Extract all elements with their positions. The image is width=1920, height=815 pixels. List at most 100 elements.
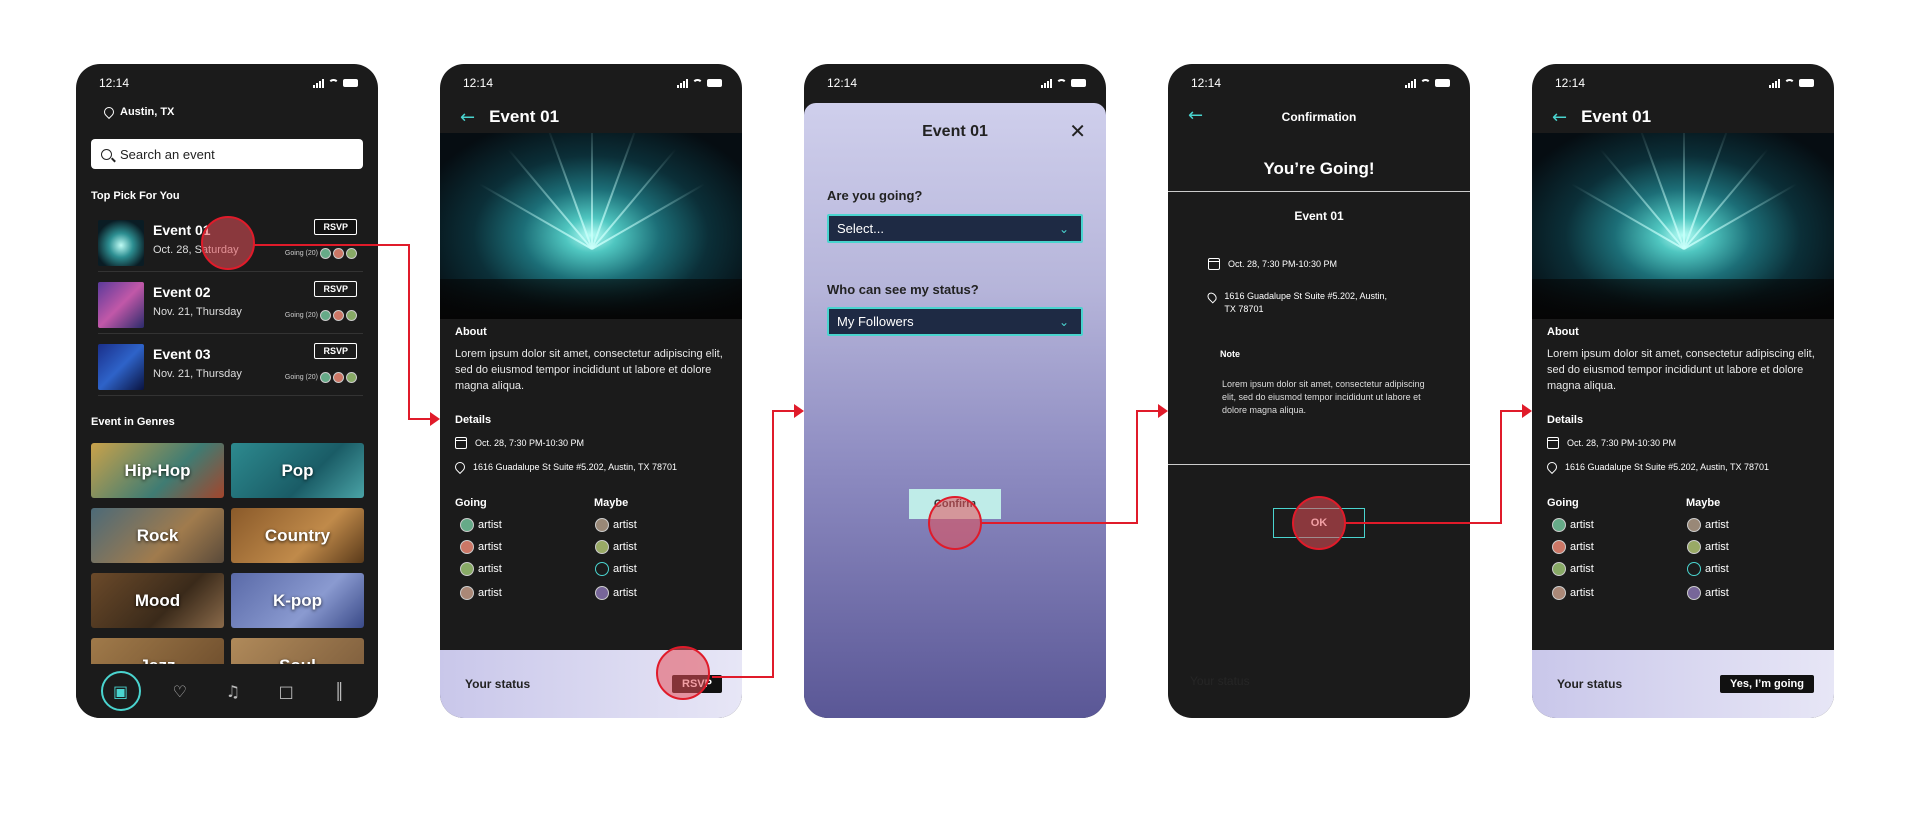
visibility-select-value: My Followers: [837, 314, 914, 329]
crowd-silhouette: [1532, 279, 1834, 319]
going-heading: Going: [1547, 497, 1579, 509]
going-count: Going (20): [284, 312, 318, 319]
genre-tile[interactable]: Rock: [91, 508, 224, 563]
status-icons: [1769, 78, 1814, 88]
tab-bar: ▣ ♡ ♫ □ ║: [76, 664, 378, 718]
genre-tile[interactable]: Mood: [91, 573, 224, 628]
maybe-person[interactable]: artist: [595, 518, 637, 532]
location-selector[interactable]: Austin, TX: [101, 104, 175, 120]
confirm-button[interactable]: Confirm: [909, 489, 1001, 519]
back-arrow-icon[interactable]: ←: [460, 107, 475, 128]
status-footer: Your status Yes, I’m going: [1532, 650, 1834, 718]
rsvp-button[interactable]: RSVP: [314, 219, 357, 235]
search-input[interactable]: Search an event: [91, 139, 363, 169]
person-name: artist: [1570, 587, 1594, 599]
chevron-down-icon: ⌄: [1058, 221, 1069, 236]
music-icon[interactable]: ♫: [219, 677, 247, 705]
ticket-icon[interactable]: ▣: [100, 671, 141, 711]
signal-icon: [1041, 78, 1052, 88]
going-person[interactable]: artist: [1552, 518, 1594, 532]
person-name: artist: [478, 587, 502, 599]
event-card[interactable]: Event 02 Nov. 21, Thursday RSVP Going (2…: [98, 278, 363, 334]
visibility-select[interactable]: My Followers ⌄: [827, 307, 1083, 336]
going-person[interactable]: artist: [1552, 540, 1594, 554]
chevron-down-icon: ⌄: [1058, 314, 1069, 329]
avatar: [320, 372, 331, 383]
avatar: [595, 518, 609, 532]
genre-tile[interactable]: Hip-Hop: [91, 443, 224, 498]
battery-icon: [707, 79, 722, 87]
person-name: artist: [1570, 563, 1594, 575]
going-person[interactable]: artist: [1552, 586, 1594, 600]
going-person[interactable]: artist: [460, 562, 502, 576]
maybe-person[interactable]: artist: [595, 540, 637, 554]
confirmation-headline: You’re Going!: [1263, 159, 1375, 178]
light-ray: [546, 133, 593, 250]
rsvp-button[interactable]: RSVP: [314, 281, 357, 297]
battery-icon: [1799, 79, 1814, 87]
going-person[interactable]: artist: [460, 540, 502, 554]
light-ray: [1683, 133, 1685, 249]
person-name: artist: [1570, 519, 1594, 531]
search-icon: [101, 148, 112, 160]
flow-connector: [712, 676, 774, 678]
avatar: [333, 372, 344, 383]
status-icons: [1041, 78, 1086, 88]
avatar: [1552, 586, 1566, 600]
maybe-person[interactable]: artist: [595, 562, 637, 576]
about-heading: About: [1547, 326, 1579, 338]
maybe-person[interactable]: artist: [1687, 518, 1729, 532]
event-thumbnail: [98, 220, 144, 266]
light-ray: [1683, 148, 1769, 250]
going-select-value: Select...: [837, 221, 884, 236]
status-bar: 12:14: [76, 64, 378, 94]
maybe-person[interactable]: artist: [1687, 540, 1729, 554]
details-heading: Details: [455, 414, 492, 426]
going-person[interactable]: artist: [460, 518, 502, 532]
chat-icon[interactable]: □: [272, 677, 300, 705]
avatar: [460, 562, 474, 576]
rsvp-button[interactable]: RSVP: [314, 343, 357, 359]
event-card[interactable]: Event 03 Nov. 21, Thursday RSVP Going (2…: [98, 340, 363, 396]
location-label: Austin, TX: [120, 106, 175, 118]
maybe-person[interactable]: artist: [595, 586, 637, 600]
status-bar: 12:14: [1532, 64, 1834, 94]
screen-home: 12:14 Austin, TX Search an event Top Pic…: [76, 64, 378, 718]
flow-arrowhead: [1158, 404, 1168, 418]
avatar: [460, 518, 474, 532]
avatar: [595, 562, 609, 576]
note-heading: Note: [1220, 349, 1240, 359]
avatar: [595, 540, 609, 554]
back-arrow-icon[interactable]: ←: [1552, 107, 1567, 128]
genre-tile[interactable]: Pop: [231, 443, 364, 498]
going-person[interactable]: artist: [460, 586, 502, 600]
library-icon[interactable]: ║: [325, 677, 353, 705]
battery-icon: [1435, 79, 1450, 87]
datetime-text: Oct. 28, 7:30 PM-10:30 PM: [1228, 259, 1338, 269]
genre-tile[interactable]: K-pop: [231, 573, 364, 628]
flow-connector: [1136, 410, 1138, 524]
flow-connector: [408, 418, 432, 420]
address-text: 1616 Guadalupe St Suite #5.202, Austin, …: [473, 462, 677, 472]
maybe-person[interactable]: artist: [1687, 562, 1729, 576]
confirmation-card: Event 01 Oct. 28, 7:30 PM-10:30 PM 1616 …: [1168, 191, 1470, 465]
calendar-icon: [1208, 258, 1220, 270]
light-ray: [1638, 133, 1685, 250]
avatar: [1687, 518, 1701, 532]
maybe-person[interactable]: artist: [1687, 586, 1729, 600]
person-name: artist: [1705, 563, 1729, 575]
going-person[interactable]: artist: [1552, 562, 1594, 576]
person-name: artist: [1705, 519, 1729, 531]
status-value-button[interactable]: Yes, I’m going: [1720, 675, 1814, 693]
avatar: [1687, 540, 1701, 554]
heart-icon[interactable]: ♡: [166, 677, 194, 705]
close-icon[interactable]: ✕: [1069, 119, 1086, 143]
event-date: Oct. 28, Saturday: [153, 244, 239, 256]
going-select[interactable]: Select... ⌄: [827, 214, 1083, 243]
going-question: Are you going?: [827, 188, 923, 203]
address-text: 1616 Guadalupe St Suite #5.202, Austin, …: [1565, 462, 1769, 472]
genre-tile[interactable]: Country: [231, 508, 364, 563]
status-icons: [677, 78, 722, 88]
going-count: Going (20): [284, 250, 318, 257]
clock: 12:14: [1555, 76, 1586, 90]
